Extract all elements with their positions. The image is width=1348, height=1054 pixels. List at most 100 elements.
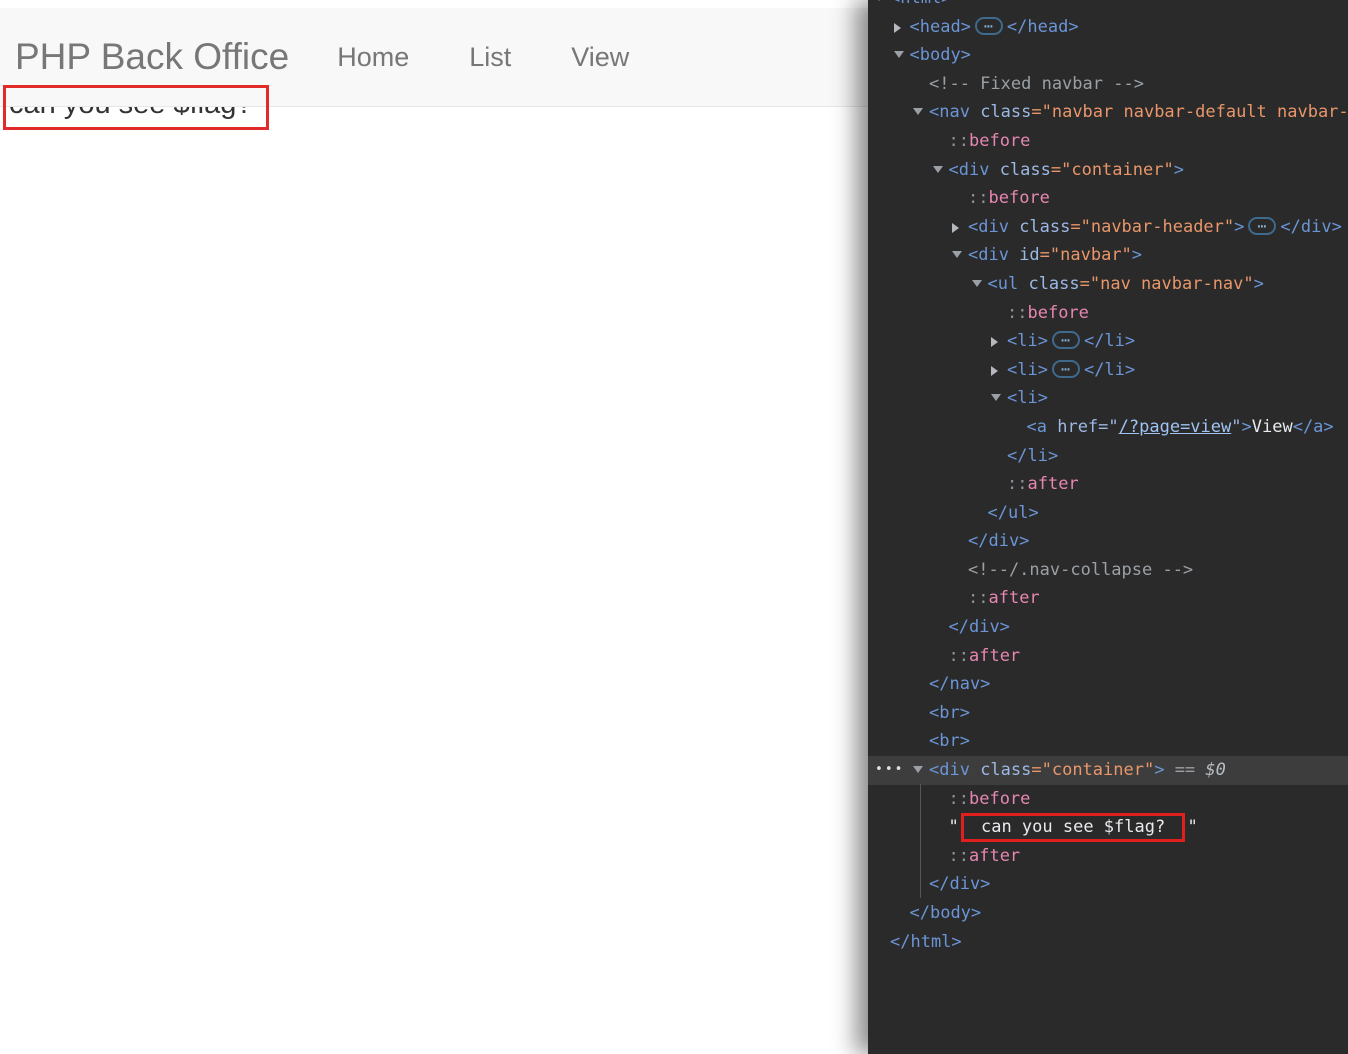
- dom-tree-row[interactable]: " can you see $flag? ": [868, 813, 1348, 842]
- dom-tree-row[interactable]: </ul>: [868, 499, 1348, 528]
- dom-token: >: [1154, 760, 1164, 780]
- dom-tree-row[interactable]: <li>: [868, 384, 1348, 413]
- arrow-spacer: [933, 813, 949, 842]
- dom-tree-row[interactable]: <html>: [868, 0, 1348, 13]
- dom-tree-row[interactable]: </html>: [868, 928, 1348, 957]
- arrow-spacer: [933, 785, 949, 814]
- dom-tree-row[interactable]: ::before: [868, 127, 1348, 156]
- dom-token: ::: [1007, 303, 1027, 323]
- dom-tree-row[interactable]: <ul class="nav navbar-nav">: [868, 270, 1348, 299]
- dom-tree-row[interactable]: ::after: [868, 842, 1348, 871]
- dom-tree-row[interactable]: </div>: [868, 527, 1348, 556]
- dom-token: </nav>: [929, 674, 990, 694]
- expand-arrow-down-icon[interactable]: [913, 98, 929, 127]
- dom-token: <li>: [1007, 388, 1048, 408]
- dom-token: ::: [949, 789, 969, 809]
- dom-tree-row[interactable]: </div>: [868, 613, 1348, 642]
- dom-token: ::: [949, 131, 969, 151]
- dom-token: </div>: [929, 874, 990, 894]
- dom-token: </head>: [1007, 17, 1079, 37]
- dom-token: <li>: [1007, 360, 1048, 380]
- expand-arrow-down-icon[interactable]: [913, 756, 929, 785]
- dom-tree-row[interactable]: <div class="container">: [868, 156, 1348, 185]
- dom-token: >: [1174, 160, 1184, 180]
- inline-expand-button[interactable]: ⋯: [1052, 360, 1080, 378]
- inline-expand-button[interactable]: ⋯: [1248, 217, 1276, 235]
- dom-token: ": [1231, 417, 1241, 437]
- arrow-spacer: [991, 299, 1007, 328]
- dom-token: </a>: [1293, 417, 1334, 437]
- dom-token: <a: [1027, 417, 1047, 437]
- inline-expand-button[interactable]: ⋯: [975, 17, 1003, 35]
- dom-token: after: [969, 646, 1020, 666]
- dom-tree-row[interactable]: </div>: [868, 870, 1348, 899]
- arrow-spacer: [913, 70, 929, 99]
- arrow-spacer: [952, 527, 968, 556]
- dom-tree-row[interactable]: <div id="navbar">: [868, 241, 1348, 270]
- dom-token: <li>: [1007, 331, 1048, 351]
- dom-tree-row[interactable]: <!-- Fixed navbar -->: [868, 70, 1348, 99]
- dom-token: ::: [968, 588, 988, 608]
- dom-tree-row[interactable]: <li>⋯</li>: [868, 356, 1348, 385]
- expand-arrow-right-icon[interactable]: [991, 327, 1007, 356]
- dom-token: <body>: [910, 45, 971, 65]
- dom-tree-row[interactable]: ::before: [868, 785, 1348, 814]
- expand-arrow-right-icon[interactable]: [894, 13, 910, 42]
- dom-token: href: [1047, 417, 1098, 437]
- arrow-spacer: [913, 670, 929, 699]
- dom-tree-row[interactable]: <div class="navbar-header">⋯</div>: [868, 213, 1348, 242]
- dom-token: ="navbar": [1040, 245, 1132, 265]
- nav-link-view[interactable]: View: [541, 42, 659, 73]
- dom-tree-row[interactable]: </nav>: [868, 670, 1348, 699]
- dom-tree-row[interactable]: <br>: [868, 727, 1348, 756]
- dom-tree-row[interactable]: ::before: [868, 299, 1348, 328]
- dom-tree-row[interactable]: <!--/.nav-collapse -->: [868, 556, 1348, 585]
- nav-link-list[interactable]: List: [439, 42, 541, 73]
- expand-arrow-down-icon[interactable]: [972, 270, 988, 299]
- expand-arrow-down-icon[interactable]: [894, 41, 910, 70]
- expand-arrow-right-icon[interactable]: [952, 213, 968, 242]
- navbar: PHP Back Office Home List View: [0, 8, 868, 107]
- dom-token: View: [1252, 417, 1293, 437]
- dom-token: </html>: [890, 932, 962, 952]
- dom-tree-row[interactable]: ::after: [868, 470, 1348, 499]
- dom-tree-row[interactable]: <li>⋯</li>: [868, 327, 1348, 356]
- dom-tree-row[interactable]: <br>: [868, 699, 1348, 728]
- dom-token: >: [1132, 245, 1142, 265]
- nav-link-home[interactable]: Home: [307, 42, 439, 73]
- dom-token: before: [1027, 303, 1088, 323]
- arrow-spacer: [952, 556, 968, 585]
- expand-arrow-right-icon[interactable]: [991, 356, 1007, 385]
- expand-arrow-down-icon[interactable]: [874, 0, 890, 13]
- inline-expand-button[interactable]: ⋯: [1052, 331, 1080, 349]
- arrow-spacer: [933, 642, 949, 671]
- dom-tree-row[interactable]: ::after: [868, 584, 1348, 613]
- arrow-spacer: [952, 184, 968, 213]
- dom-tree-row[interactable]: <nav class="navbar navbar-default navbar…: [868, 98, 1348, 127]
- dom-tree-row[interactable]: <body>: [868, 41, 1348, 70]
- arrow-spacer: [933, 127, 949, 156]
- expand-arrow-down-icon[interactable]: [933, 156, 949, 185]
- dom-token: after: [969, 846, 1020, 866]
- dom-token: ="container": [1031, 760, 1154, 780]
- more-actions-icon[interactable]: •••: [875, 756, 904, 785]
- dom-tree-row[interactable]: ::after: [868, 642, 1348, 671]
- dom-tree-row[interactable]: <head>⋯</head>: [868, 13, 1348, 42]
- expand-arrow-down-icon[interactable]: [991, 384, 1007, 413]
- dom-tree-row[interactable]: </li>: [868, 442, 1348, 471]
- navbar-brand[interactable]: PHP Back Office: [0, 36, 289, 78]
- dom-tree-row[interactable]: ::before: [868, 184, 1348, 213]
- expand-arrow-down-icon[interactable]: [952, 241, 968, 270]
- dom-tree-row-selected[interactable]: •••<div class="container"> == $0: [868, 756, 1348, 785]
- dom-token: ==: [1164, 760, 1205, 780]
- dom-token: ="container": [1051, 160, 1174, 180]
- arrow-spacer: [894, 899, 910, 928]
- arrow-spacer: [933, 613, 949, 642]
- dom-token: ::: [1007, 474, 1027, 494]
- dom-token: /?page=view: [1119, 417, 1232, 437]
- arrow-spacer: [933, 842, 949, 871]
- dom-token: ::: [968, 188, 988, 208]
- browser-page: can you see $flag? PHP Back Office Home …: [0, 0, 868, 1054]
- dom-tree-row[interactable]: </body>: [868, 899, 1348, 928]
- dom-tree-row[interactable]: <a href="/?page=view">View</a>: [868, 413, 1348, 442]
